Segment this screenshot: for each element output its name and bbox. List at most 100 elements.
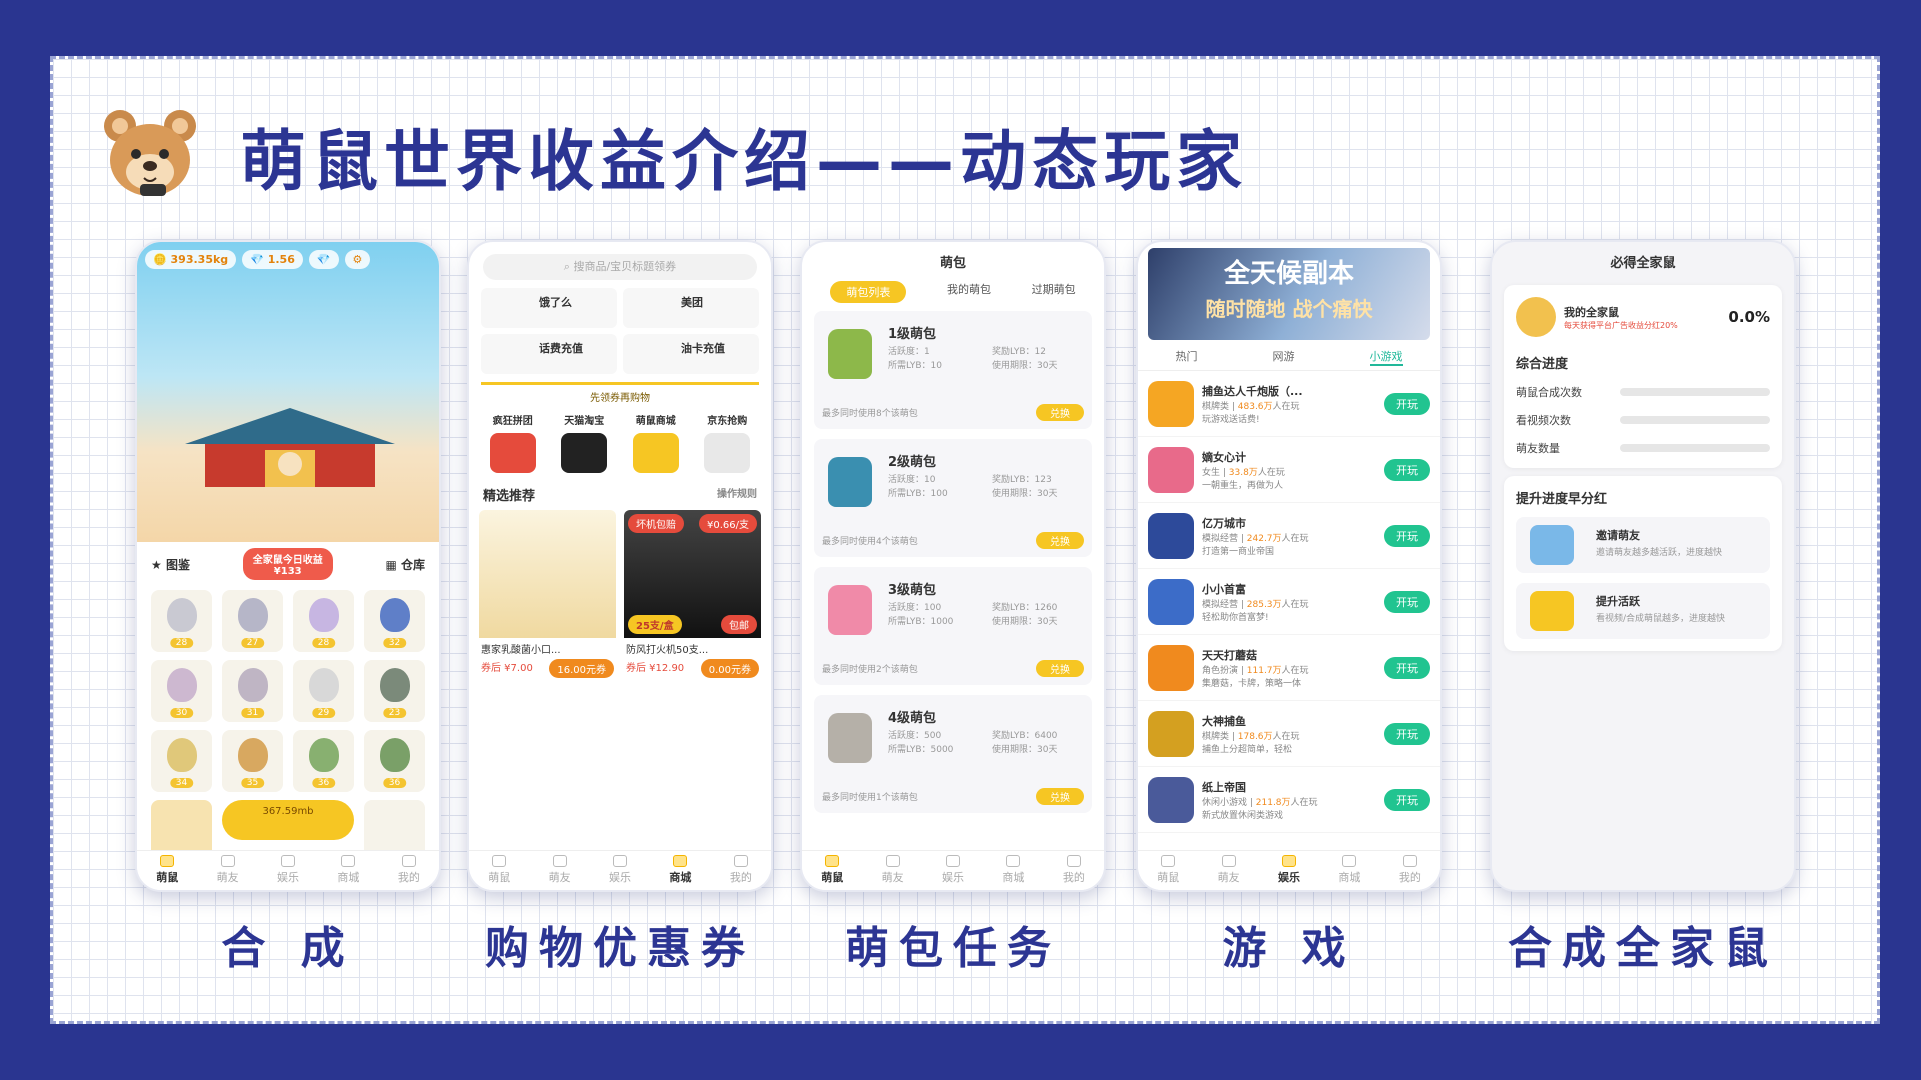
tab-item[interactable]: 娱乐 xyxy=(258,851,318,890)
play-button[interactable]: 开玩 xyxy=(1384,722,1430,745)
tab-item[interactable]: 商城 xyxy=(983,851,1043,890)
buy-mouse-button[interactable]: 367.59mb xyxy=(222,800,354,840)
service-item[interactable]: 油卡充值 xyxy=(623,334,759,374)
tab-item[interactable]: 娱乐 xyxy=(923,851,983,890)
play-button[interactable]: 开玩 xyxy=(1384,788,1430,811)
screen-title: 萌包 xyxy=(939,256,966,271)
game-stats: 棋牌类 | 178.6万人在玩 xyxy=(1202,729,1384,742)
settings-icon[interactable]: ⚙ xyxy=(344,250,371,269)
warehouse-button[interactable]: ▦ 仓库 xyxy=(385,556,425,573)
game-row[interactable]: 天天打蘑菇 角色扮演 | 111.7万人在玩 集蘑菇，卡牌，策略一体 开玩 xyxy=(1138,635,1440,701)
family-mouse-earnings[interactable]: 全家鼠今日收益 ¥133 xyxy=(242,548,333,580)
mouse-slot[interactable]: 31 xyxy=(222,660,283,722)
tab-item[interactable]: 萌友 xyxy=(197,851,257,890)
collection-button[interactable]: ★ 图鉴 xyxy=(151,556,190,573)
game-row[interactable]: 捕鱼达人千炮版（... 棋牌类 | 483.6万人在玩 玩游戏送话费! 开玩 xyxy=(1138,371,1440,437)
tab-item[interactable]: 萌鼠 xyxy=(469,851,529,890)
banner-subtitle: 随时随地 战个痛快 xyxy=(1205,297,1373,321)
game-row[interactable]: 嫡女心计 女生 | 33.8万人在玩 一朝重生，再做为人 开玩 xyxy=(1138,437,1440,503)
play-button[interactable]: 开玩 xyxy=(1384,656,1430,679)
service-item[interactable]: 话费充值 xyxy=(481,334,617,374)
boost-card: 提升进度早分红 邀请萌友 邀请萌友越多越活跃，进度越快 提升活跃 看视频/合成萌鼠越多… xyxy=(1504,476,1782,651)
shop-item[interactable]: 萌鼠商城 xyxy=(620,412,692,473)
game-row[interactable]: 小小首富 模拟经营 | 285.3万人在玩 轻松助你首富梦! 开玩 xyxy=(1138,569,1440,635)
pack-title: 4级萌包 xyxy=(888,711,937,726)
tab-item[interactable]: 萌友 xyxy=(1198,851,1258,890)
product-card[interactable]: 惠家乳酸菌小口... 券后 ¥7.00 16.00元券 xyxy=(479,510,616,678)
game-stats: 模拟经营 | 242.7万人在玩 xyxy=(1202,531,1384,544)
game-info: 天天打蘑菇 角色扮演 | 111.7万人在玩 集蘑菇，卡牌，策略一体 xyxy=(1194,647,1384,689)
exchange-button[interactable]: 兑换 xyxy=(1036,788,1084,805)
service-item[interactable]: 美团 xyxy=(623,288,759,328)
tab-item[interactable]: 萌友 xyxy=(529,851,589,890)
game-info: 大神捕鱼 棋牌类 | 178.6万人在玩 捕鱼上分超简单，轻松 xyxy=(1194,713,1384,755)
pack-title: 1级萌包 xyxy=(888,327,937,342)
tab-item[interactable]: 商城 xyxy=(650,851,710,890)
mouse-slot[interactable]: 35 xyxy=(222,730,283,792)
pack-list: 1级萌包 活跃度：1 所需LYB：10 奖励LYB：12 使用期限：30天 最多同时使用8… xyxy=(802,311,1104,813)
mouse-slot[interactable]: 34 xyxy=(151,730,212,792)
coupon-badge[interactable]: 16.00元券 xyxy=(549,659,614,678)
product-card[interactable]: 坏机包赔 ¥0.66/支 25支/盒 包邮 防风打火机50支... 券后 ¥12.90 0.… xyxy=(624,510,761,678)
tab-item[interactable]: 萌鼠 xyxy=(137,851,197,890)
tab-item[interactable]: 我的 xyxy=(1380,851,1440,890)
mouse-slot[interactable]: 28 xyxy=(151,590,212,652)
mouse-slot[interactable]: 23 xyxy=(364,660,425,722)
tab-item[interactable]: 我的 xyxy=(379,851,439,890)
mouse-slot[interactable]: 27 xyxy=(222,590,283,652)
service-item[interactable]: 饿了么 xyxy=(481,288,617,328)
pack-active: 活跃度：500 xyxy=(888,731,942,741)
shop-item[interactable]: 天猫淘宝 xyxy=(549,412,621,473)
shop-icon[interactable]: 💎 xyxy=(308,250,339,269)
tab-item[interactable]: 萌鼠 xyxy=(1138,851,1198,890)
game-banner[interactable]: 全天候副本 随时随地 战个痛快 xyxy=(1148,248,1430,340)
tab-label: 娱乐 xyxy=(1278,871,1301,884)
tab-item[interactable]: 商城 xyxy=(318,851,378,890)
mouse-slot[interactable]: 29 xyxy=(293,660,354,722)
search-input[interactable]: ⌕ 搜商品/宝贝标题领券 xyxy=(483,254,757,280)
pack-tab[interactable]: 萌包列表 xyxy=(830,281,907,303)
exchange-button[interactable]: 兑换 xyxy=(1036,532,1084,549)
game-tab[interactable]: 热门 xyxy=(1176,348,1198,366)
video-play-icon xyxy=(1530,591,1574,631)
mouse-slot[interactable]: 36 xyxy=(293,730,354,792)
pack-limit: 最多同时使用2个该萌包 xyxy=(822,665,918,675)
game-row[interactable]: 大神捕鱼 棋牌类 | 178.6万人在玩 捕鱼上分超简单，轻松 开玩 xyxy=(1138,701,1440,767)
mouse-slot[interactable]: 30 xyxy=(151,660,212,722)
exchange-button[interactable]: 兑换 xyxy=(1036,404,1084,421)
play-button[interactable]: 开玩 xyxy=(1384,458,1430,481)
tab-item[interactable]: 我的 xyxy=(711,851,771,890)
pack-tab[interactable]: 我的萌包 xyxy=(947,281,991,303)
game-tab[interactable]: 小游戏 xyxy=(1369,348,1403,366)
pack-tab[interactable]: 过期萌包 xyxy=(1032,281,1076,303)
tab-item[interactable]: 我的 xyxy=(1044,851,1104,890)
action-item[interactable]: 提升活跃 看视频/合成萌鼠越多，进度越快 xyxy=(1516,583,1770,639)
mouse-slot[interactable]: 28 xyxy=(293,590,354,652)
tab-item[interactable]: 萌友 xyxy=(862,851,922,890)
exchange-button[interactable]: 兑换 xyxy=(1036,660,1084,677)
tab-item[interactable]: 萌鼠 xyxy=(802,851,862,890)
rules-link[interactable]: 操作规则 xyxy=(717,485,757,504)
tab-item[interactable]: 商城 xyxy=(1319,851,1379,890)
search-placeholder: 搜商品/宝贝标题领券 xyxy=(573,260,677,273)
coupon-badge[interactable]: 0.00元券 xyxy=(700,659,759,678)
tab-item[interactable]: 娱乐 xyxy=(1259,851,1319,890)
game-tab[interactable]: 网游 xyxy=(1273,348,1295,366)
action-item[interactable]: 邀请萌友 邀请萌友越多越活跃，进度越快 xyxy=(1516,517,1770,573)
game-icon xyxy=(1148,578,1194,625)
mouse-slot[interactable]: 36 xyxy=(364,730,425,792)
shop-item[interactable]: 疯狂拼团 xyxy=(477,412,549,473)
tab-icon xyxy=(946,855,961,867)
game-row[interactable]: 亿万城市 模拟经营 | 242.7万人在玩 打造第一商业帝国 开玩 xyxy=(1138,503,1440,569)
shop-item[interactable]: 京东抢购 xyxy=(692,412,764,473)
game-scene: 🪙 393.35kg 💎 1.56 💎 ⚙ xyxy=(137,242,439,542)
play-button[interactable]: 开玩 xyxy=(1384,524,1430,547)
play-button[interactable]: 开玩 xyxy=(1384,392,1430,415)
play-button[interactable]: 开玩 xyxy=(1384,590,1430,613)
mouse-slot[interactable]: 32 xyxy=(364,590,425,652)
game-row[interactable]: 纸上帝国 休闲小游戏 | 211.8万人在玩 新式放置休闲类游戏 开玩 xyxy=(1138,767,1440,833)
tab-item[interactable]: 娱乐 xyxy=(590,851,650,890)
game-stats: 角色扮演 | 111.7万人在玩 xyxy=(1202,663,1384,676)
warehouse-label: 仓库 xyxy=(400,557,425,572)
mouse-level: 32 xyxy=(382,638,407,648)
